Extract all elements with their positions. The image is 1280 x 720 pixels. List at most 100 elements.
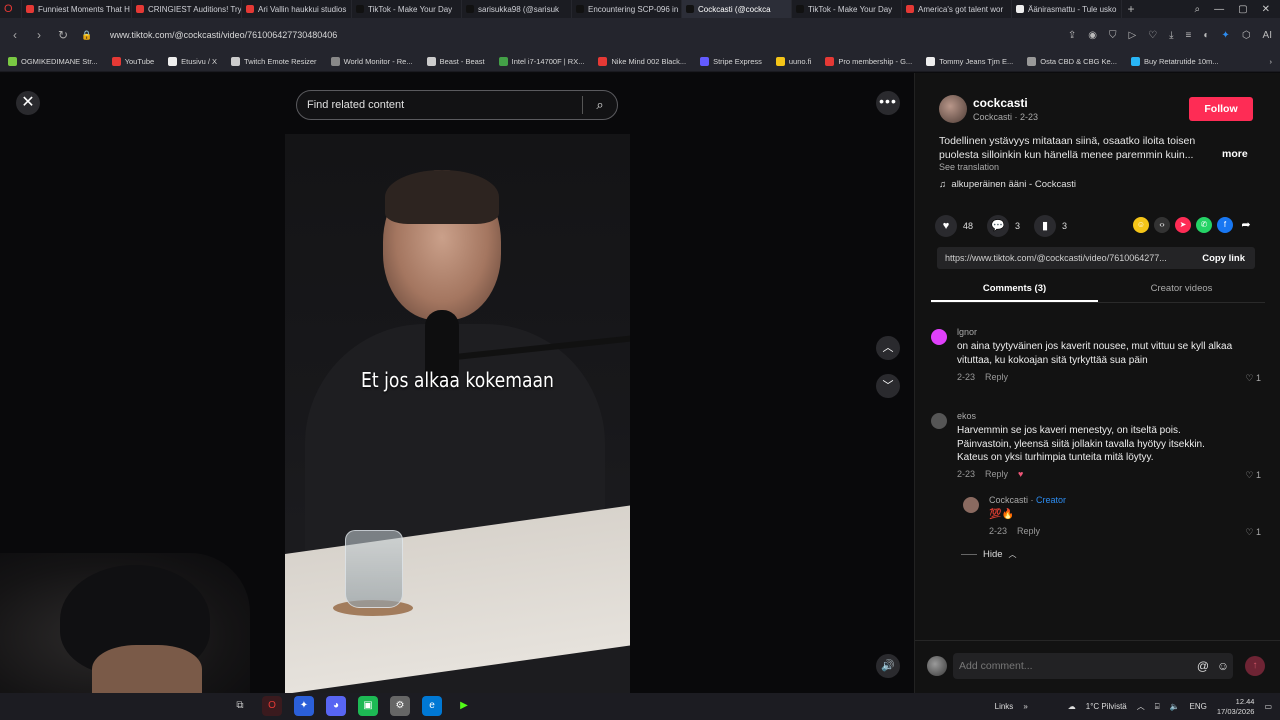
send-icon[interactable]: ➤ — [1175, 217, 1191, 233]
comment-like[interactable]: ♡ 1 — [1245, 527, 1261, 538]
bookmark-item[interactable]: Intel i7-14700F | RX... — [498, 57, 584, 66]
minimize-button[interactable]: — — [1214, 4, 1224, 15]
like-stat[interactable]: ♥ 48 — [935, 215, 973, 237]
related-search[interactable]: Find related content ⌕ — [296, 90, 618, 120]
bookmark-item[interactable]: World Monitor - Re... — [330, 57, 413, 66]
add-comment-input[interactable] — [959, 660, 1193, 672]
post-comment-button[interactable]: ↑ — [1245, 656, 1265, 676]
cube-icon[interactable]: ⬡ — [1242, 30, 1251, 41]
camera-icon[interactable]: ◉ — [1088, 30, 1097, 41]
sound-link[interactable]: ♫ alkuperäinen ääni - Cockcasti — [939, 179, 1076, 190]
copy-link-button[interactable]: Copy link — [1192, 253, 1255, 264]
share-url[interactable]: https://www.tiktok.com/@cockcasti/video/… — [945, 253, 1192, 263]
edge-icon[interactable]: e — [422, 696, 442, 716]
forward-button[interactable]: › — [32, 28, 46, 42]
extension-icon[interactable]: ✦ — [1221, 30, 1229, 41]
weather-text[interactable]: 1°C Pilvistä — [1086, 702, 1127, 711]
bookmark-item[interactable]: Tommy Jeans Tjm E... — [926, 57, 1013, 66]
emoji-icon[interactable]: ☺ — [1213, 659, 1233, 673]
browser-tab[interactable]: Encountering SCP-096 in — [572, 0, 682, 18]
bookmark-item[interactable]: Etusivu / X — [168, 57, 217, 66]
reply-button[interactable]: Reply — [985, 372, 1008, 382]
browser-tab[interactable]: CRINGIEST Auditions! Try — [132, 0, 242, 18]
save-stat[interactable]: ▮ 3 — [1034, 215, 1067, 237]
whatsapp-icon[interactable]: ✆ — [1196, 217, 1212, 233]
bookmark-item[interactable]: Osta CBD & CBG Ke... — [1027, 57, 1117, 66]
browser-menu-button[interactable]: O — [0, 0, 22, 18]
see-translation-link[interactable]: See translation — [939, 162, 999, 172]
back-button[interactable]: ‹ — [8, 28, 22, 42]
comment-like[interactable]: ♡ 1 — [1245, 373, 1261, 384]
mention-icon[interactable]: @ — [1193, 659, 1213, 673]
bookmark-item[interactable]: OGMIKEDIMANE Str... — [8, 57, 98, 66]
tab-comments[interactable]: Comments (3) — [931, 277, 1098, 302]
browser-tab[interactable]: sarisukka98 (@sarisuk — [462, 0, 572, 18]
more-options-button[interactable]: ••• — [876, 91, 900, 115]
video-player[interactable]: Et jos alkaa kokemaan — [285, 134, 630, 693]
tab-creator-videos[interactable]: Creator videos — [1098, 277, 1265, 302]
close-video-button[interactable]: ✕ — [16, 91, 40, 115]
profile-icon[interactable]: ◐ — [1203, 30, 1209, 41]
menu-icon[interactable]: ≡ — [1186, 30, 1192, 41]
bookmark-item[interactable]: Twitch Emote Resizer — [231, 57, 317, 66]
share-page-icon[interactable]: ⇪ — [1068, 30, 1076, 41]
comment-stat[interactable]: 💬 3 — [987, 215, 1020, 237]
share-arrow-icon[interactable]: ➦ — [1238, 217, 1254, 233]
commenter-name[interactable]: lgnor — [957, 327, 977, 337]
heart-icon[interactable]: ♥ — [935, 215, 957, 237]
language-indicator[interactable]: ENG — [1190, 702, 1207, 711]
embed-icon[interactable]: ‹› — [1154, 217, 1170, 233]
bookmark-item[interactable]: Pro membership - G... — [825, 57, 912, 66]
bookmark-item[interactable]: Nike Mind 002 Black... — [598, 57, 686, 66]
task-view-icon[interactable]: ⧉ — [230, 696, 250, 716]
comment-icon[interactable]: 💬 — [987, 215, 1010, 237]
clock[interactable]: 12.44 17/03/2026 — [1217, 697, 1255, 717]
bookmark-item[interactable]: YouTube — [111, 57, 154, 66]
kick-icon[interactable]: ▶ — [454, 696, 474, 716]
bookmarks-overflow-icon[interactable]: › — [1270, 57, 1273, 66]
bookmark-icon[interactable]: ▮ — [1034, 215, 1057, 237]
search-input[interactable]: Find related content — [307, 99, 582, 111]
close-window-button[interactable]: ✕ — [1262, 4, 1270, 15]
notifications-icon[interactable]: ▭ — [1264, 702, 1272, 711]
shield-icon[interactable]: ⛉ — [1109, 30, 1117, 41]
more-description-button[interactable]: more — [1222, 148, 1248, 160]
copilot-icon[interactable]: ✦ — [294, 696, 314, 716]
browser-tab[interactable]: Funniest Moments That H — [22, 0, 132, 18]
reply-button[interactable]: Reply — [1017, 526, 1040, 536]
settings-app-icon[interactable]: ⚙ — [390, 696, 410, 716]
friends-share-icon[interactable]: ☺ — [1133, 217, 1149, 233]
network-icon[interactable]: ⌸ — [1155, 702, 1160, 712]
commenter-name[interactable]: ekos — [957, 411, 976, 421]
reply-button[interactable]: Reply — [985, 469, 1008, 479]
facebook-icon[interactable]: f — [1217, 217, 1233, 233]
volume-button[interactable]: 🔊 — [876, 654, 900, 678]
play-icon[interactable]: ▷ — [1128, 30, 1136, 41]
browser-tab[interactable]: Cockcasti (@cockca — [682, 0, 792, 18]
comment-like[interactable]: ♡ 1 — [1245, 470, 1261, 481]
bookmark-item[interactable]: Buy Retatrutide 10m... — [1130, 57, 1219, 66]
hide-replies-button[interactable]: Hide ︿ — [961, 549, 1017, 560]
new-tab-button[interactable]: + — [1122, 2, 1140, 16]
browser-tab[interactable]: America's got talent wor — [902, 0, 1012, 18]
ai-button[interactable]: AI — [1263, 30, 1272, 41]
url-field[interactable]: www.tiktok.com/@cockcasti/video/76100642… — [110, 30, 337, 40]
search-icon[interactable]: ⌕ — [583, 97, 617, 113]
reload-button[interactable]: ↻ — [56, 28, 70, 42]
download-icon[interactable]: ⤓ — [1169, 30, 1173, 41]
next-video-button[interactable]: ﹀ — [876, 374, 900, 398]
tray-expand-icon[interactable]: ︿ — [1137, 701, 1145, 712]
reply-author[interactable]: Cockcasti · Creator — [989, 495, 1066, 505]
discord-icon[interactable]: ◕ — [326, 696, 346, 716]
follow-button[interactable]: Follow — [1189, 97, 1253, 121]
bookmark-item[interactable]: Stripe Express — [700, 57, 762, 66]
browser-tab[interactable]: Äänirasmattu - Tule usko — [1012, 0, 1122, 18]
media-app-icon[interactable]: ▣ — [358, 696, 378, 716]
commenter-avatar[interactable] — [931, 413, 947, 429]
browser-tab[interactable]: Ari Vallin haukkui studios — [242, 0, 352, 18]
overflow-chevron-icon[interactable]: » — [1023, 702, 1027, 711]
bookmark-item[interactable]: Beast - Beast — [426, 57, 485, 66]
links-toolbar[interactable]: Links — [995, 702, 1014, 711]
heart-icon[interactable]: ♡ — [1148, 30, 1157, 41]
creator-username[interactable]: cockcasti — [973, 96, 1028, 110]
